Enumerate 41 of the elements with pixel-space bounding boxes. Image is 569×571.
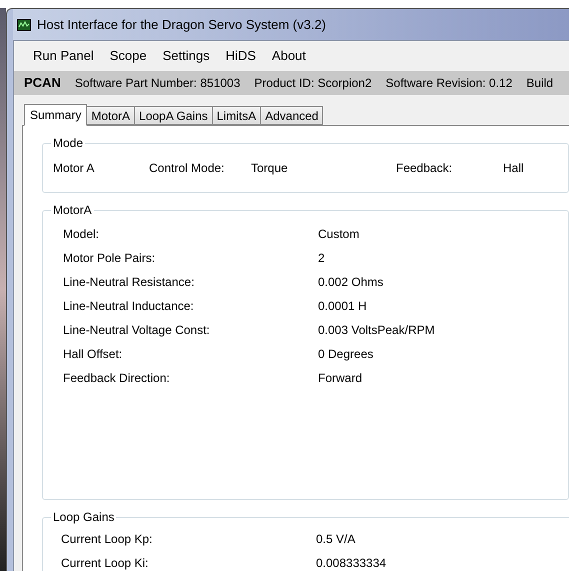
field-label: Hall Offset: bbox=[63, 346, 124, 363]
field-label: Control Mode: bbox=[149, 160, 226, 177]
field-value: 0.5 V/A bbox=[316, 531, 356, 548]
field-label: Line-Neutral Voltage Const: bbox=[63, 322, 211, 339]
field-label: Current Loop Kp: bbox=[61, 531, 154, 548]
interface-label: PCAN bbox=[24, 74, 61, 92]
field-value: 0 Degrees bbox=[318, 346, 374, 363]
field-value: Torque bbox=[251, 160, 289, 177]
menu-item[interactable]: HiDS bbox=[218, 46, 263, 66]
window-title: Host Interface for the Dragon Servo System (v3.2) bbox=[37, 16, 326, 34]
info-text: Software Part Number: 851003 bbox=[74, 75, 240, 92]
field-label: Motor Pole Pairs: bbox=[63, 250, 156, 267]
menu-item[interactable]: About bbox=[264, 46, 313, 66]
field-value: Custom bbox=[318, 226, 360, 243]
field-value: 0.008333334 bbox=[316, 555, 386, 571]
monitor-icon bbox=[17, 18, 31, 30]
group-title: Loop Gains bbox=[51, 509, 116, 525]
tab[interactable]: LoopA Gains bbox=[134, 106, 213, 125]
menu-item[interactable]: Run Panel bbox=[26, 46, 101, 66]
field-value: 0.0001 H bbox=[318, 298, 367, 315]
field-label: Line-Neutral Resistance: bbox=[63, 274, 196, 291]
tab[interactable]: MotorA bbox=[86, 106, 136, 125]
tab[interactable]: Summary bbox=[24, 104, 88, 126]
tab[interactable]: LimitsA bbox=[212, 106, 262, 125]
info-text: Build bbox=[526, 75, 554, 92]
info-text: Software Revision: 0.12 bbox=[386, 75, 512, 92]
field-label: Feedback Direction: bbox=[63, 370, 171, 387]
info-text: Product ID: Scorpion2 bbox=[254, 75, 372, 92]
field-value: Forward bbox=[318, 370, 362, 387]
field-value: 0.003 VoltsPeak/RPM bbox=[318, 322, 435, 339]
motor-name: Motor A bbox=[53, 160, 96, 177]
menu-item[interactable]: Settings bbox=[156, 46, 217, 66]
tab[interactable]: Advanced bbox=[260, 106, 324, 125]
field-label: Model: bbox=[63, 226, 100, 243]
menu-item[interactable]: Scope bbox=[102, 46, 154, 66]
field-label: Feedback: bbox=[396, 160, 454, 177]
field-value: 0.002 Ohms bbox=[318, 274, 384, 291]
field-value: Hall bbox=[503, 160, 524, 177]
field-label: Current Loop Ki: bbox=[61, 555, 150, 571]
field-label: Line-Neutral Inductance: bbox=[63, 298, 195, 315]
field-value: 2 bbox=[318, 250, 325, 267]
